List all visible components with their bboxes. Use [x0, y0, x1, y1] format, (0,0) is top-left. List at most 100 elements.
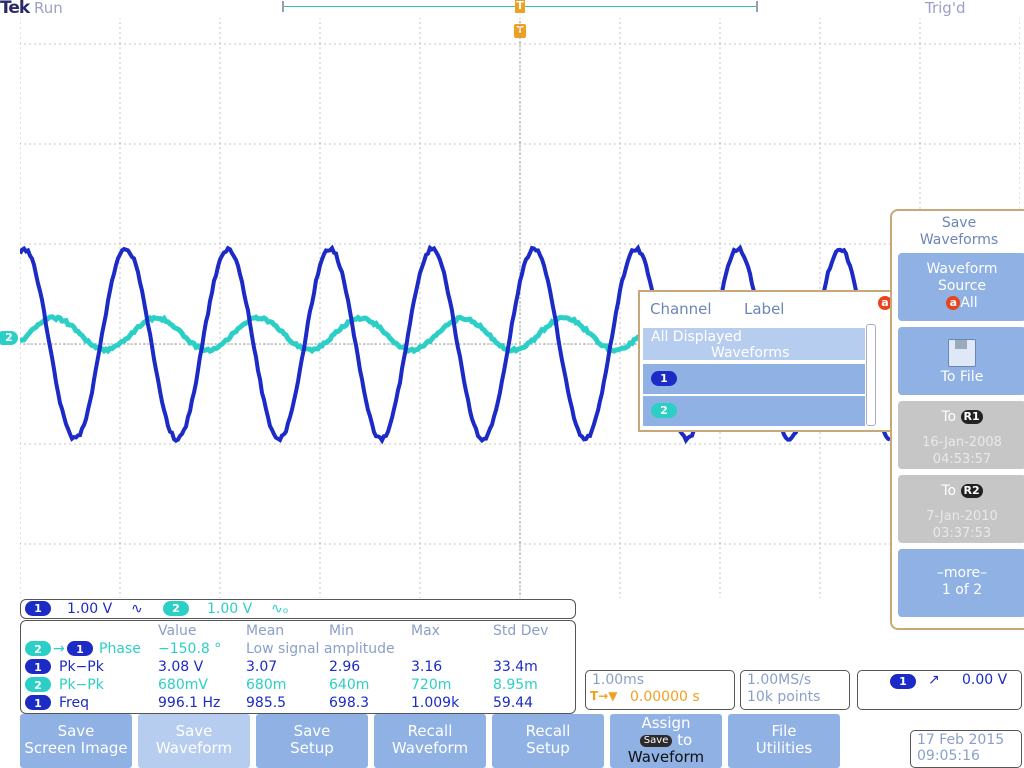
measurement-row-ch1-freq[interactable]: 1 Freq 996.1 Hz 985.5 698.3 1.009k 59.44 [21, 694, 575, 712]
measurement-max: 1.009k [411, 694, 459, 712]
horizontal-scale: 1.00ms [592, 672, 644, 688]
channel-2-badge[interactable]: 2 [163, 601, 189, 616]
trigger-source-badge: 1 [890, 674, 916, 689]
trigger-readout[interactable]: 1 ↗ 0.00 V [857, 670, 1022, 710]
to-r2-button[interactable]: To R2 7-Jan-2010 03:37:53 [898, 475, 1024, 543]
measurement-value: −150.8 ° [158, 640, 221, 658]
button-label: Waveform [374, 740, 486, 757]
bandwidth-limit-icon: ∿ₒ [271, 600, 289, 618]
brand-logo: Tek [0, 0, 29, 18]
measurement-row-phase[interactable]: 2 → 1 Phase −150.8 ° Low signal amplitud… [21, 640, 575, 658]
record-length: 10k points [747, 689, 820, 705]
list-item-label: All Displayed [651, 329, 742, 345]
button-label: Waveform [138, 740, 250, 757]
channel-1-badge: 1 [651, 371, 677, 386]
measurement-std-dev: 33.4m [493, 658, 538, 676]
reference-r1-badge: R1 [961, 410, 983, 424]
measurement-value: 996.1 Hz [158, 694, 220, 712]
list-item-all-displayed[interactable]: All Displayed Waveforms [643, 328, 865, 360]
column-header: Max [411, 623, 440, 639]
assigned-value: Waveform [610, 749, 722, 766]
button-label: Waveform [898, 261, 1024, 278]
channel-2-badge: 2 [651, 403, 677, 418]
button-label: Source [898, 278, 1024, 295]
channel-1-scale: 1.00 V [67, 600, 112, 618]
acquisition-readout[interactable]: 1.00MS/s 10k points [740, 670, 850, 710]
time: 09:05:16 [911, 748, 1021, 764]
button-label: Recall [374, 723, 486, 740]
date: 17 Feb 2015 [911, 731, 1021, 748]
timebase-readout[interactable]: 1.00ms T→▼ 0.00000 s [585, 670, 735, 710]
button-label: Assign [610, 715, 722, 732]
button-label: To [941, 483, 956, 499]
to-file-button[interactable]: To File [898, 327, 1024, 395]
waveform-source-button[interactable]: Waveform Source a All [898, 253, 1024, 321]
reference-r2-badge: R2 [961, 484, 983, 498]
measurement-name: Phase [99, 640, 141, 658]
list-item-channel-2[interactable]: 2 [643, 396, 865, 426]
save-waveform-button[interactable]: Save Waveform [138, 714, 250, 768]
save-key-icon: Save [640, 735, 673, 747]
column-label: Label [744, 300, 784, 318]
save-screen-image-button[interactable]: Save Screen Image [20, 714, 132, 768]
measurement-name: Pk−Pk [59, 658, 104, 676]
button-label: to [677, 731, 692, 749]
column-header: Value [158, 623, 196, 639]
measurement-mean: 3.07 [246, 658, 277, 676]
button-label: Save [256, 723, 368, 740]
measurement-max: 720m [411, 676, 451, 694]
channel-1-badge: 1 [67, 641, 93, 656]
r1-time: 04:53:57 [898, 451, 1024, 468]
trigger-delay-icon: T→▼ [590, 689, 617, 703]
button-label: Save [20, 723, 132, 740]
recall-setup-button[interactable]: Recall Setup [492, 714, 604, 768]
channel-2-badge: 2 [25, 677, 51, 692]
waveform-source-list: Channel Label a All Displayed Waveforms … [638, 290, 892, 432]
channel-1-badge: 1 [25, 695, 51, 710]
button-label: –more– [898, 565, 1024, 582]
recall-waveform-button[interactable]: Recall Waveform [374, 714, 486, 768]
channel-1-badge: 1 [25, 659, 51, 674]
arrow-right-icon: → [53, 640, 65, 658]
measurement-row-ch1-pkpk[interactable]: 1 Pk−Pk 3.08 V 3.07 2.96 3.16 33.4m [21, 658, 575, 676]
column-header: Min [329, 623, 354, 639]
status-bar: Tek Run T Trig'd [0, 0, 1024, 18]
list-scrollbar[interactable] [866, 324, 876, 426]
floppy-disk-icon [948, 339, 976, 367]
horizontal-delay: 0.00000 s [630, 689, 700, 705]
trigger-position-icon: T [515, 0, 525, 13]
save-setup-button[interactable]: Save Setup [256, 714, 368, 768]
measurement-name: Freq [59, 694, 89, 712]
trigger-status: Trig'd [925, 0, 965, 17]
file-utilities-button[interactable]: File Utilities [728, 714, 840, 768]
run-status: Run [34, 0, 63, 17]
measurement-max: 3.16 [411, 658, 442, 676]
side-menu-title: Save Waveforms [892, 215, 1024, 249]
record-bar-right-end [756, 1, 758, 12]
channel-1-badge[interactable]: 1 [25, 601, 51, 616]
channel-2-ground-marker[interactable]: 2 [0, 331, 18, 345]
measurement-value: 3.08 V [158, 658, 203, 676]
button-label: Setup [256, 740, 368, 757]
column-header: Std Dev [493, 623, 548, 639]
rising-edge-icon: ↗ [928, 672, 940, 688]
assign-save-button[interactable]: Assign Save to Waveform [610, 714, 722, 768]
page-indicator: 1 of 2 [898, 582, 1024, 599]
column-header: Mean [246, 623, 284, 639]
measurement-panel: Value Mean Min Max Std Dev 2 → 1 Phase −… [20, 620, 576, 714]
title-line: Save [892, 215, 1024, 232]
column-channel: Channel [650, 300, 712, 318]
button-label: File [728, 723, 840, 740]
list-item-channel-1[interactable]: 1 [643, 364, 865, 394]
trigger-level: 0.00 V [962, 672, 1007, 688]
button-label: Screen Image [20, 740, 132, 757]
sample-rate: 1.00MS/s [747, 672, 811, 688]
button-label: Save [138, 723, 250, 740]
source-value: All [960, 295, 977, 311]
measurement-row-ch2-pkpk[interactable]: 2 Pk−Pk 680mV 680m 640m 720m 8.95m [21, 676, 575, 694]
to-r1-button[interactable]: To R1 16-Jan-2008 04:53:57 [898, 401, 1024, 469]
more-button[interactable]: –more– 1 of 2 [898, 549, 1024, 617]
list-item-label: Waveforms [711, 345, 789, 361]
measurement-min: 698.3 [329, 694, 369, 712]
r2-date: 7-Jan-2010 [898, 508, 1024, 525]
